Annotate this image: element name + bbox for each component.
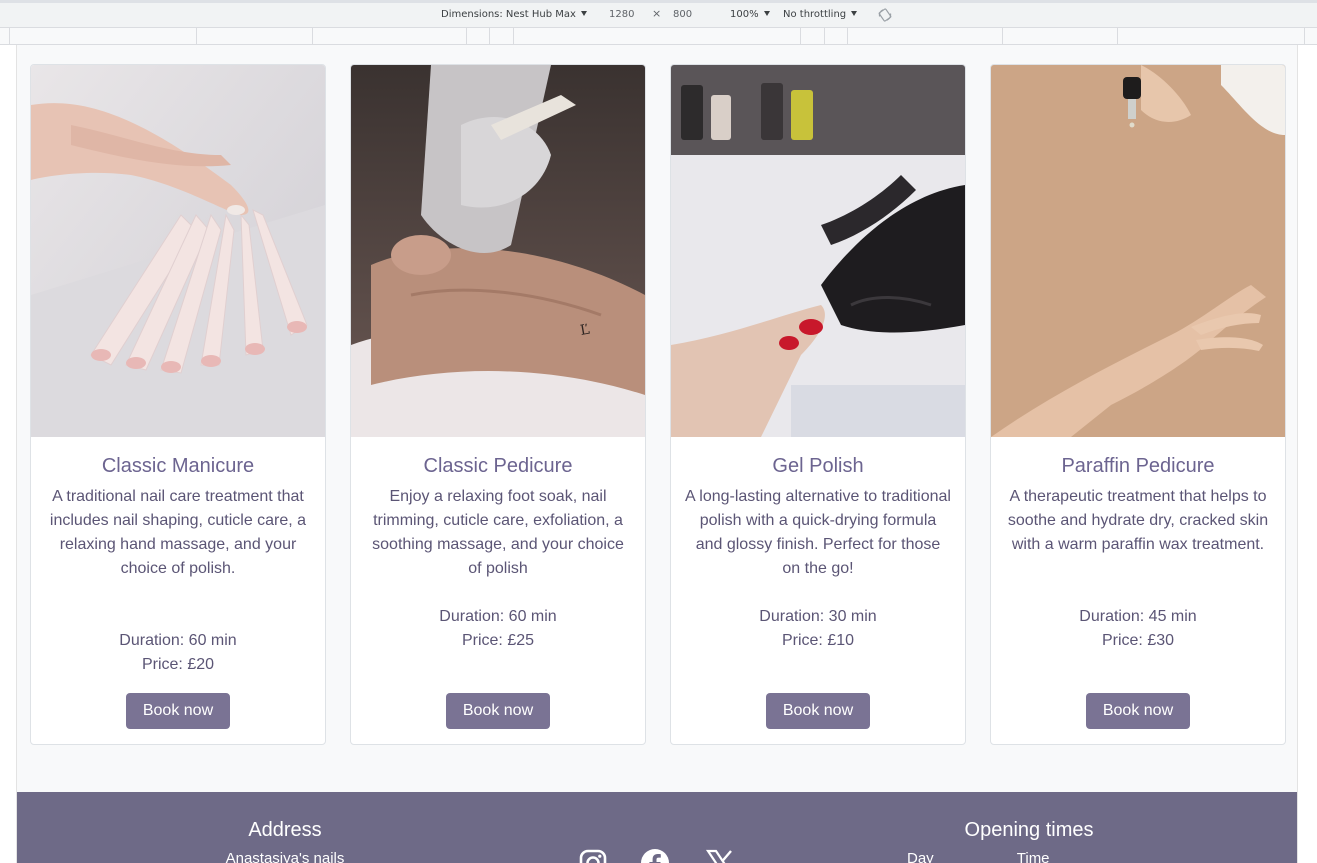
service-card-classic-pedicure: Ľ Classic Pedicure Enjoy a relaxing foot… xyxy=(350,64,646,745)
service-card-classic-manicure: Classic Manicure A traditional nail care… xyxy=(30,64,326,745)
service-duration: Duration: 45 min xyxy=(1079,608,1197,625)
media-query-ruler xyxy=(0,28,1317,45)
manicure-image xyxy=(31,65,325,437)
instagram-icon[interactable] xyxy=(578,848,608,863)
service-title: Classic Pedicure xyxy=(423,455,573,477)
device-toolbar: Dimensions: Nest Hub Max 1280 × 800 100%… xyxy=(0,0,1317,28)
times-separator: × xyxy=(652,7,662,20)
zoom-label: 100% xyxy=(730,9,759,20)
service-title: Paraffin Pedicure xyxy=(1061,455,1215,477)
gel-polish-photo xyxy=(671,65,965,437)
service-price: Price: £20 xyxy=(141,656,215,673)
service-card-gel-polish: Gel Polish A long-lasting alternative to… xyxy=(670,64,966,745)
site-footer: Address Anastasiya's nails Opening times… xyxy=(17,792,1297,863)
opening-times-header: Day Time xyxy=(907,850,1050,863)
pedicure-image: Ľ xyxy=(351,65,645,437)
throttling-dropdown[interactable]: No throttling xyxy=(783,9,858,21)
facebook-icon[interactable] xyxy=(640,848,670,863)
chevron-down-icon xyxy=(763,11,770,16)
toolbar-top-border xyxy=(0,0,1317,3)
rotate-icon[interactable] xyxy=(877,7,893,23)
throttling-label: No throttling xyxy=(783,9,847,20)
book-now-button[interactable]: Book now xyxy=(1086,693,1190,729)
service-title: Gel Polish xyxy=(772,455,864,477)
address-title: Address xyxy=(248,819,322,841)
service-price: Price: £30 xyxy=(1101,632,1175,649)
chevron-down-icon xyxy=(580,11,587,16)
width-input[interactable]: 1280 xyxy=(609,9,634,21)
book-now-button[interactable]: Book now xyxy=(126,693,230,729)
height-input[interactable]: 800 xyxy=(673,9,692,21)
service-duration: Duration: 60 min xyxy=(119,632,237,649)
x-icon[interactable] xyxy=(705,848,735,863)
service-price: Price: £25 xyxy=(461,632,535,649)
service-duration: Duration: 60 min xyxy=(439,608,557,625)
service-title: Classic Manicure xyxy=(101,455,255,477)
paraffin-photo xyxy=(991,65,1285,437)
manicure-photo xyxy=(31,65,325,437)
dimensions-dropdown[interactable]: Dimensions: Nest Hub Max xyxy=(441,9,587,21)
service-duration: Duration: 30 min xyxy=(759,608,877,625)
service-price: Price: £10 xyxy=(781,632,855,649)
book-now-button[interactable]: Book now xyxy=(446,693,550,729)
dimensions-label: Dimensions: Nest Hub Max xyxy=(441,9,576,20)
gel-polish-image xyxy=(671,65,965,437)
pedicure-photo: Ľ xyxy=(351,65,645,437)
page-viewport: Classic Manicure A traditional nail care… xyxy=(16,45,1298,863)
chevron-down-icon xyxy=(851,11,858,16)
paraffin-image xyxy=(991,65,1285,437)
service-description: Enjoy a relaxing foot soak, nail trimmin… xyxy=(372,488,624,577)
book-now-button[interactable]: Book now xyxy=(766,693,870,729)
service-description: A long-lasting alternative to traditiona… xyxy=(685,488,951,577)
services-grid: Classic Manicure A traditional nail care… xyxy=(30,64,1286,745)
address-line: Anastasiya's nails xyxy=(225,850,345,863)
opening-times-title: Opening times xyxy=(964,819,1094,841)
zoom-dropdown[interactable]: 100% xyxy=(730,9,770,21)
service-card-paraffin-pedicure: Paraffin Pedicure A therapeutic treatmen… xyxy=(990,64,1286,745)
service-description: A therapeutic treatment that helps to so… xyxy=(1007,488,1269,553)
service-description: A traditional nail care treatment that i… xyxy=(49,488,307,577)
